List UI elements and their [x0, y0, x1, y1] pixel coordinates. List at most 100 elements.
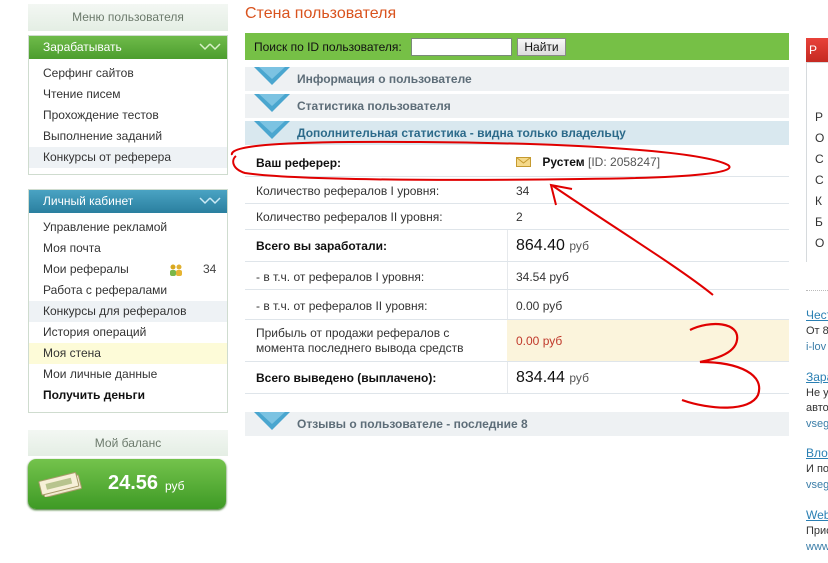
- money-icon: [38, 472, 82, 497]
- sidebar-item-referer-contests[interactable]: Конкурсы от реферера: [29, 147, 227, 168]
- right-panel-item[interactable]: Р: [815, 110, 823, 124]
- cabinet-panel-header[interactable]: Личный кабинет: [29, 190, 227, 213]
- stats-row-earned: Всего вы заработали: 864.40 руб: [245, 230, 789, 262]
- section-user-info-label: Информация о пользователе: [297, 72, 472, 86]
- sidebar-item-read-mail[interactable]: Чтение писем: [29, 84, 227, 105]
- from-ref2-amount: 0.00: [516, 299, 540, 313]
- expand-triangle-icon[interactable]: [254, 412, 290, 430]
- sidebar-item-referrals[interactable]: Мои рефералы 34: [29, 259, 227, 280]
- news-title[interactable]: Влоэ: [806, 446, 828, 460]
- news-source[interactable]: www: [806, 541, 828, 553]
- from-ref2-currency: руб: [542, 299, 563, 313]
- withdrawn-label: Всего выведено (выплачено):: [256, 371, 437, 385]
- collapse-arrows-icon[interactable]: [199, 196, 221, 206]
- withdrawn-currency: руб: [569, 371, 589, 385]
- sidebar-item-ads[interactable]: Управление рекламой: [29, 217, 227, 238]
- section-reviews-label: Отзывы о пользователе - последние 8: [297, 417, 528, 431]
- search-bar: Поиск по ID пользователя: Найти: [245, 33, 789, 60]
- news-text: Прис: [806, 525, 828, 537]
- sidebar-title: Меню пользователя: [28, 4, 228, 31]
- news-title[interactable]: Чест: [806, 308, 828, 322]
- balance-box: 24.56 руб: [28, 459, 226, 509]
- withdrawn-amount: 834.44: [516, 369, 565, 386]
- withdrawn-value: 834.44 руб: [516, 369, 589, 387]
- search-label: Поиск по ID пользователя:: [254, 40, 402, 54]
- expand-triangle-icon[interactable]: [254, 94, 290, 112]
- right-divider: [806, 290, 828, 291]
- from-ref1-currency: руб: [549, 270, 569, 284]
- expand-triangle-icon[interactable]: [254, 121, 290, 139]
- referer-id: [ID: 2058247]: [588, 155, 661, 169]
- earn-panel-title: Зарабатывать: [43, 40, 122, 54]
- sidebar-item-withdraw[interactable]: Получить деньги: [29, 385, 227, 406]
- stats-row-referer: Ваш реферер: Рустем [ID: 2058247]: [245, 147, 789, 177]
- ref2-label: Количество рефералов II уровня:: [256, 210, 443, 224]
- stats-row-from-ref1: - в т.ч. от рефералов I уровня: 34.54 ру…: [245, 262, 789, 290]
- sales-value: 0.00 руб: [516, 334, 562, 348]
- news-source[interactable]: i-lov: [806, 341, 828, 353]
- page-title: Стена пользователя: [245, 5, 397, 22]
- right-panel-item[interactable]: Б: [815, 215, 823, 229]
- extra-stats-table: Ваш реферер: Рустем [ID: 2058247] Количе…: [245, 147, 789, 394]
- news-text: авто: [806, 402, 828, 414]
- section-user-stats[interactable]: Статистика пользователя: [245, 94, 789, 118]
- section-extra-stats[interactable]: Дополнительная статистика - видна только…: [245, 121, 789, 145]
- column-divider: [507, 262, 508, 289]
- expand-triangle-icon[interactable]: [254, 67, 290, 85]
- sales-label-line1: Прибыль от продажи рефералов с: [256, 326, 450, 340]
- sidebar-item-tasks[interactable]: Выполнение заданий: [29, 126, 227, 147]
- section-extra-stats-label: Дополнительная статистика - видна только…: [297, 126, 626, 140]
- earn-panel: Зарабатывать Серфинг сайтов Чтение писем…: [28, 35, 228, 175]
- collapse-arrows-icon[interactable]: [199, 42, 221, 52]
- ref2-value: 2: [516, 210, 523, 224]
- search-input[interactable]: [411, 38, 512, 56]
- sidebar-item-history[interactable]: История операций: [29, 322, 227, 343]
- section-user-info[interactable]: Информация о пользователе: [245, 67, 789, 91]
- right-panel-item[interactable]: К: [815, 194, 822, 208]
- ref1-value: 34: [516, 184, 530, 198]
- stats-row-from-ref2: - в т.ч. от рефералов II уровня: 0.00 ру…: [245, 290, 789, 320]
- sales-currency: руб: [542, 334, 563, 348]
- news-title[interactable]: Зара: [806, 370, 828, 384]
- right-panel-item[interactable]: О: [815, 236, 824, 250]
- news-title[interactable]: Web: [806, 508, 828, 522]
- sidebar-item-mail[interactable]: Моя почта: [29, 238, 227, 259]
- sidebar-item-my-wall[interactable]: Моя стена: [29, 343, 227, 364]
- referer-value: Рустем [ID: 2058247]: [516, 155, 660, 169]
- news-source[interactable]: vseg: [806, 418, 828, 430]
- sidebar-item-surfing[interactable]: Серфинг сайтов: [29, 63, 227, 84]
- right-panel-item[interactable]: С: [815, 152, 824, 166]
- sales-label-line2: момента последнего вывода средств: [256, 341, 464, 355]
- balance-amount: 24.56: [108, 472, 159, 494]
- column-divider: [507, 230, 508, 261]
- stats-row-withdrawn: Всего выведено (выплачено): 834.44 руб: [245, 362, 789, 394]
- envelope-icon[interactable]: [516, 157, 531, 167]
- stats-row-ref2: Количество рефералов II уровня: 2: [245, 204, 789, 230]
- earned-amount: 864.40: [516, 237, 565, 254]
- sidebar-item-referral-work[interactable]: Работа с рефералами: [29, 280, 227, 301]
- news-text: Не у: [806, 387, 828, 399]
- section-user-stats-label: Статистика пользователя: [297, 99, 451, 113]
- search-button[interactable]: Найти: [517, 38, 566, 56]
- sidebar-item-referral-contests[interactable]: Конкурсы для рефералов: [29, 301, 227, 322]
- earn-panel-header[interactable]: Зарабатывать: [29, 36, 227, 59]
- news-source[interactable]: vseg: [806, 479, 828, 491]
- referrals-count: 34: [203, 262, 217, 276]
- stats-row-ref1: Количество рефералов I уровня: 34: [245, 177, 789, 204]
- sidebar-item-tests[interactable]: Прохождение тестов: [29, 105, 227, 126]
- right-panel-item[interactable]: О: [815, 131, 824, 145]
- referer-name[interactable]: Рустем: [542, 155, 584, 169]
- column-divider: [507, 290, 508, 319]
- stats-row-sales: Прибыль от продажи рефералов с момента п…: [245, 320, 789, 362]
- from-ref2-label: - в т.ч. от рефералов II уровня:: [256, 299, 428, 313]
- referer-label: Ваш реферер:: [256, 156, 342, 170]
- balance-currency: руб: [165, 479, 185, 493]
- cabinet-panel: Личный кабинет Управление рекламой Моя п…: [28, 189, 228, 413]
- earned-currency: руб: [569, 239, 589, 253]
- section-reviews[interactable]: Отзывы о пользователе - последние 8: [245, 412, 789, 436]
- sales-amount: 0.00: [516, 334, 540, 348]
- right-panel-header[interactable]: Р: [806, 38, 828, 62]
- sidebar-item-personal-data[interactable]: Мои личные данные: [29, 364, 227, 385]
- right-panel-item[interactable]: С: [815, 173, 824, 187]
- from-ref1-label: - в т.ч. от рефералов I уровня:: [256, 270, 425, 284]
